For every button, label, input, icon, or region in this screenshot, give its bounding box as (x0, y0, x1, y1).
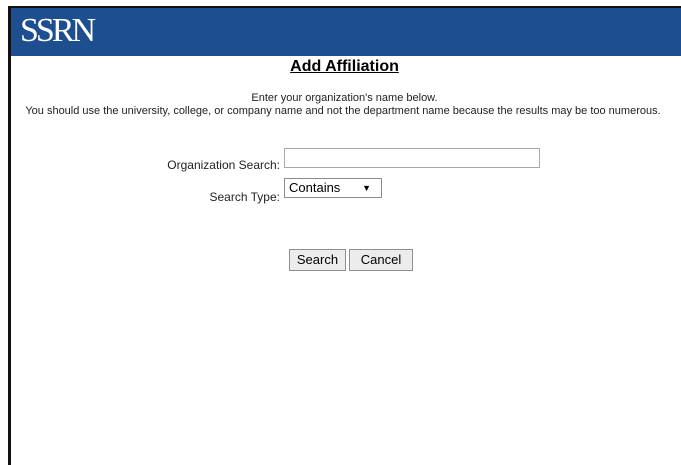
ssrn-logo: SSRN (20, 12, 96, 49)
window-border-top (8, 6, 681, 8)
page-title: Add Affiliation (290, 58, 399, 75)
search-type-select[interactable]: Contains ▼ (284, 178, 382, 198)
cancel-button[interactable]: Cancel (349, 249, 413, 271)
instruction-line-1: Enter your organization's name below. (251, 92, 438, 104)
instruction-line-2: You should use the university, college, … (25, 105, 661, 117)
dropdown-arrow-icon: ▼ (362, 183, 371, 193)
window-border-left (8, 6, 11, 465)
header-bar: SSRN (8, 8, 681, 56)
search-button[interactable]: Search (289, 249, 346, 271)
search-type-value: Contains (289, 180, 341, 195)
dialog-frame: SSRN Add Affiliation Enter your organiza… (8, 6, 681, 465)
org-search-label: Organization Search: (167, 158, 280, 172)
search-type-label: Search Type: (209, 190, 281, 204)
org-search-input[interactable] (284, 148, 540, 168)
